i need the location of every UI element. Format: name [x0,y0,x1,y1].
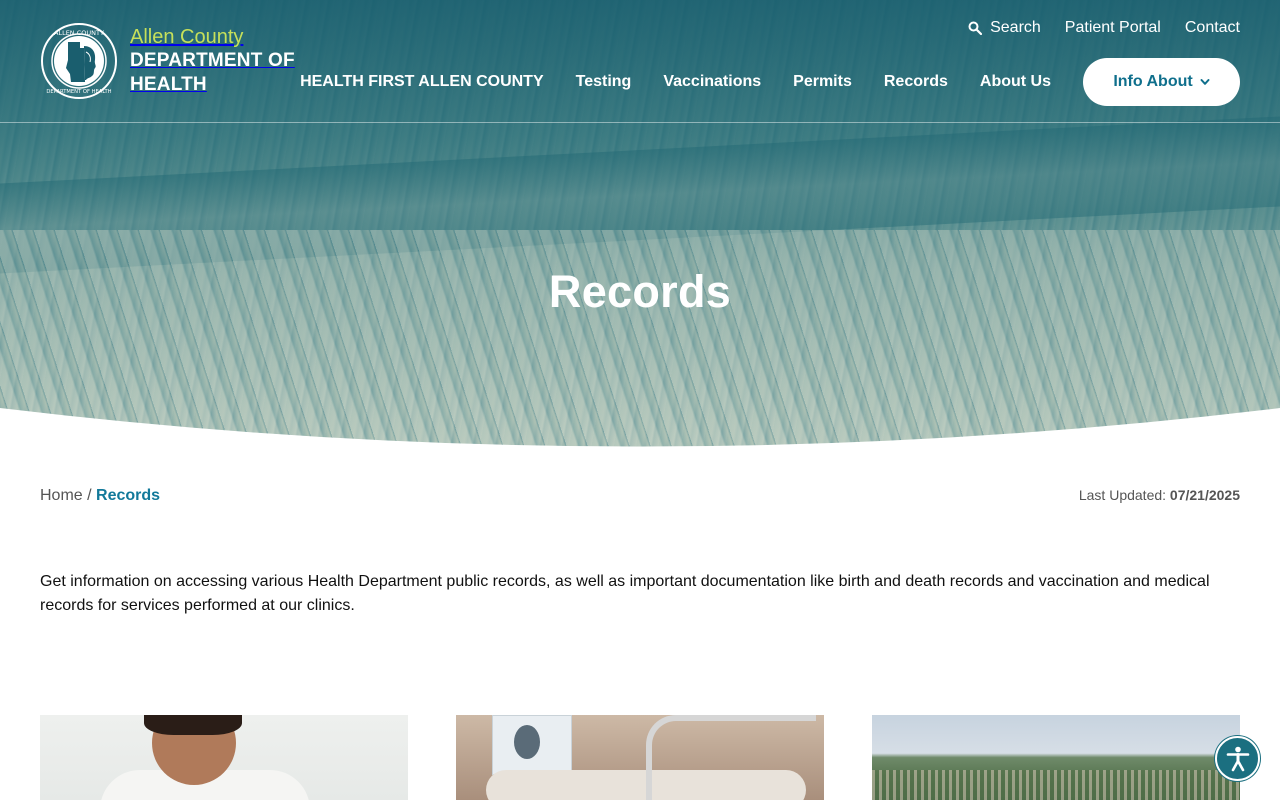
nav-item-testing[interactable]: Testing [576,58,632,106]
last-updated-date: 07/21/2025 [1169,487,1240,503]
utility-nav: Search Patient Portal Contact [968,19,1240,37]
last-updated: Last Updated: 07/21/2025 [1079,487,1240,503]
accessibility-icon [1226,746,1249,771]
breadcrumb-home[interactable]: Home [40,487,83,504]
patient-portal-link[interactable]: Patient Portal [1065,19,1161,37]
nav-item-records[interactable]: Records [884,58,948,106]
logo-department-name: DEPARTMENT OF HEALTH [130,50,295,95]
card-image-person[interactable] [40,715,408,800]
card-image-aerial-town[interactable] [872,715,1240,800]
nav-item-health-first[interactable]: HEALTH FIRST ALLEN COUNTY [300,58,544,106]
nav-item-about-us[interactable]: About Us [980,58,1051,106]
svg-text:DEPARTMENT OF HEALTH: DEPARTMENT OF HEALTH [46,89,111,95]
record-cards [40,715,1240,800]
breadcrumb: Home / Records [40,487,160,505]
intro-paragraph: Get information on accessing various Hea… [40,573,1210,614]
chevron-down-icon [1200,79,1210,85]
logo-text: Allen County DEPARTMENT OF HEALTH [130,25,295,97]
search-icon [968,21,983,35]
county-seal-icon: ALLEN COUNTY DEPARTMENT OF HEALTH [41,23,117,99]
header-divider [0,122,1280,123]
hero-curve-divider [0,408,1280,460]
logo-county-name: Allen County [130,26,244,48]
card-image-newborn[interactable] [456,715,824,800]
search-link[interactable]: Search [968,19,1041,37]
page-title: Records [548,266,732,317]
nav-item-permits[interactable]: Permits [793,58,852,106]
info-about-label: Info About [1113,73,1193,90]
main-nav: HEALTH FIRST ALLEN COUNTY Testing Vaccin… [300,58,1240,106]
accessibility-button[interactable] [1215,736,1260,781]
nav-item-vaccinations[interactable]: Vaccinations [663,58,761,106]
info-about-button[interactable]: Info About [1083,58,1240,106]
search-label: Search [990,19,1041,36]
site-logo[interactable]: ALLEN COUNTY DEPARTMENT OF HEALTH Allen … [40,22,295,100]
svg-text:ALLEN COUNTY: ALLEN COUNTY [54,29,104,37]
breadcrumb-separator: / [87,487,92,504]
last-updated-label: Last Updated: [1078,487,1167,503]
contact-link[interactable]: Contact [1185,19,1240,37]
breadcrumb-current: Records [96,487,161,504]
